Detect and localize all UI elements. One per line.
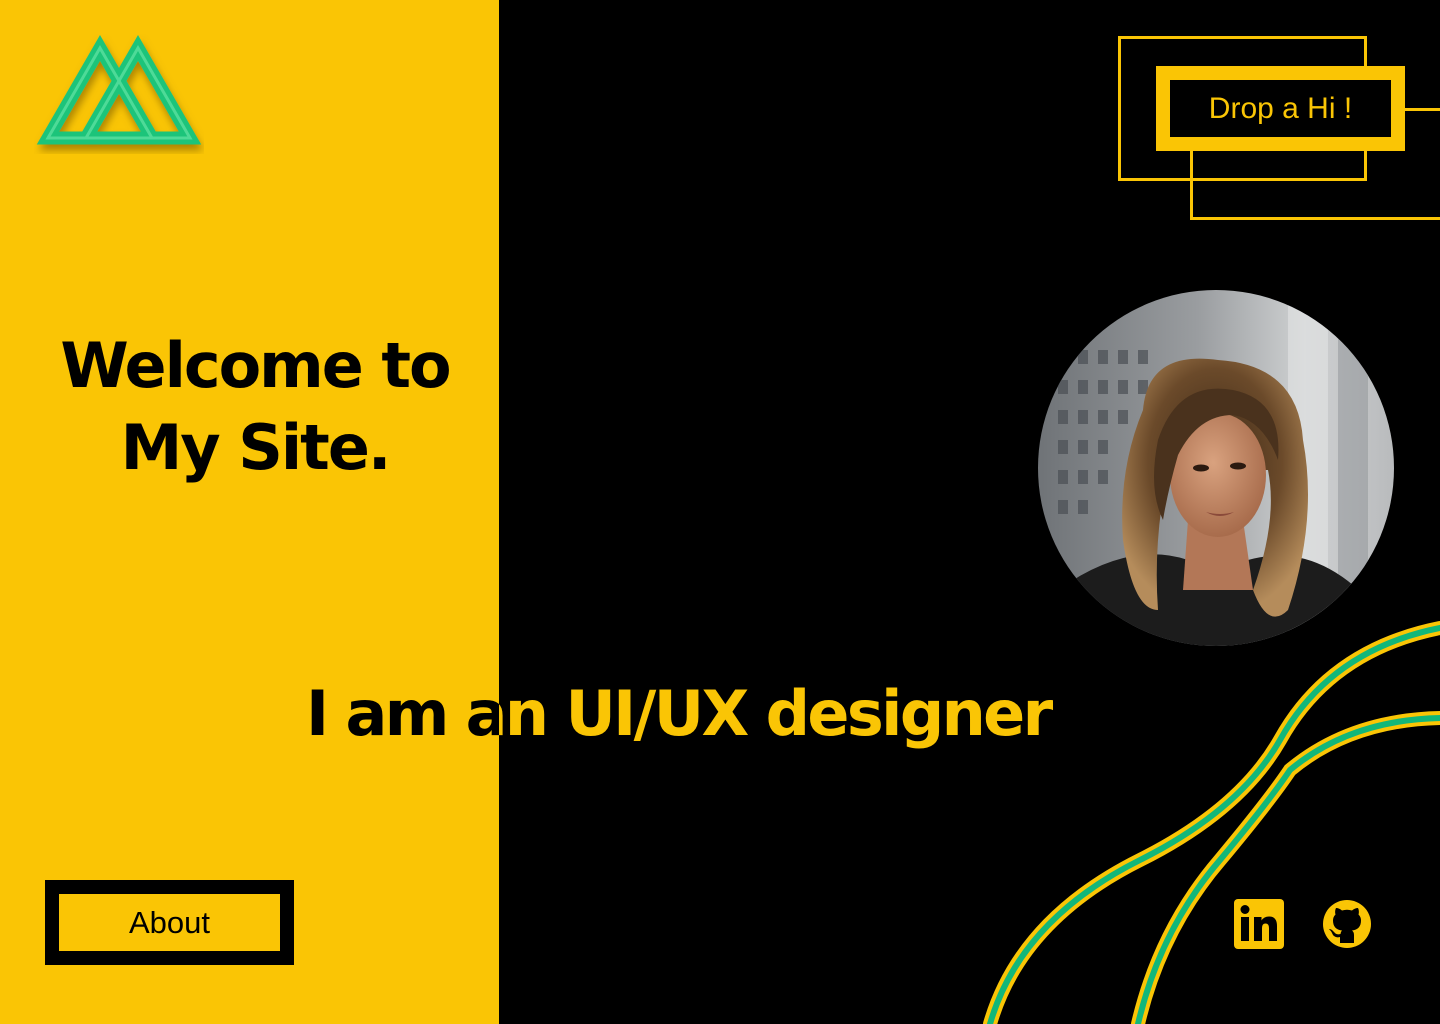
linkedin-icon[interactable] — [1234, 899, 1284, 949]
profile-photo — [1038, 290, 1394, 646]
about-button[interactable]: About — [59, 894, 280, 951]
contact-button-frame: Drop a Hi ! — [1156, 66, 1405, 151]
tagline-left-part: I am an UI/UX designer — [0, 0, 499, 1024]
landing-page: Welcome to My Site. I am an UI/UX design… — [0, 0, 1440, 1024]
tagline-text: I am an UI/UX designer — [306, 677, 499, 750]
decorative-waves — [983, 621, 1440, 1024]
drop-a-hi-button[interactable]: Drop a Hi ! — [1170, 80, 1391, 137]
about-button-frame: About — [45, 880, 294, 965]
github-icon[interactable] — [1322, 899, 1372, 949]
